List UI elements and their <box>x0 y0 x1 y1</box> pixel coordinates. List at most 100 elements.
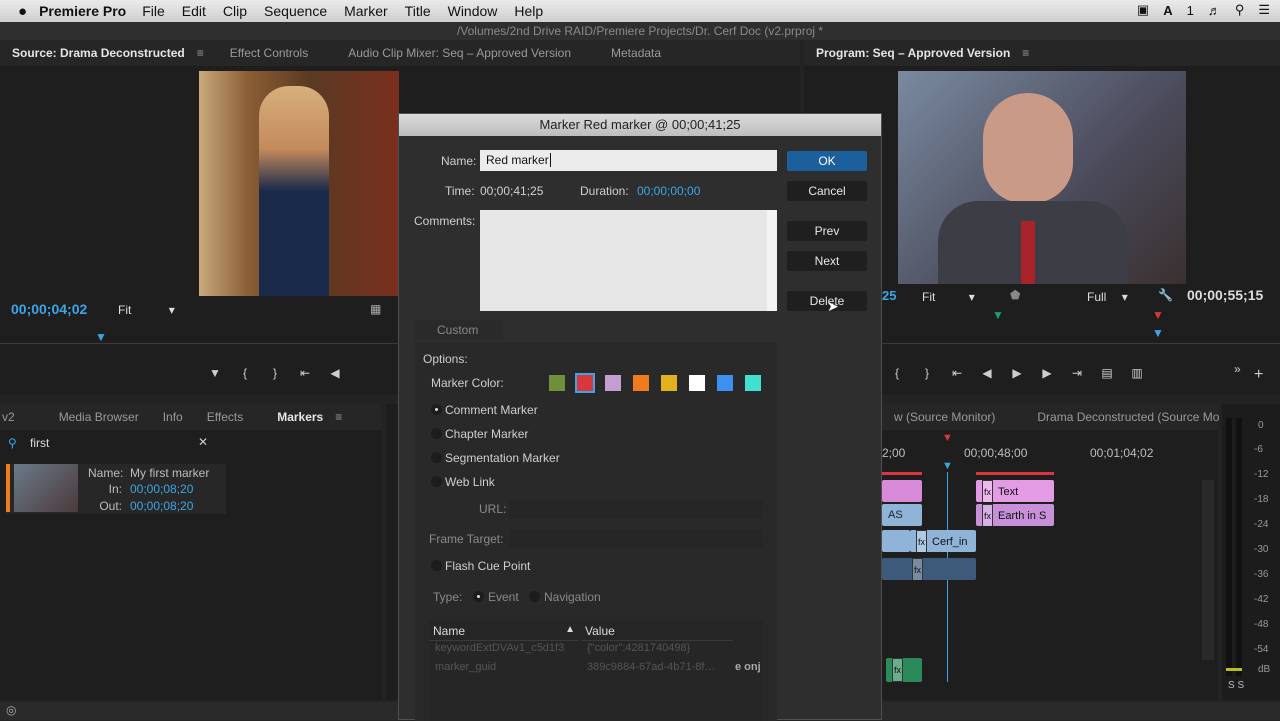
comments-textarea[interactable] <box>480 210 777 311</box>
clear-search-icon[interactable]: ✕ <box>198 435 208 449</box>
chapter-marker-radio[interactable] <box>431 428 442 439</box>
marker-name[interactable]: My first marker <box>130 466 209 480</box>
go-to-out-icon[interactable]: ⇥ <box>1062 366 1092 380</box>
marker-search-input[interactable]: first <box>30 436 49 450</box>
source-timecode[interactable]: 00;00;04;02 <box>11 301 87 317</box>
ok-button[interactable]: OK <box>787 151 867 171</box>
play-icon[interactable]: ▶ <box>1002 366 1032 380</box>
adobe-icon[interactable]: A <box>1163 3 1172 18</box>
tab-source-monitor[interactable]: w (Source Monitor) <box>882 410 1007 424</box>
web-link-label[interactable]: Web Link <box>445 475 495 489</box>
marker-list-item[interactable]: Name: My first marker In: 00;00;08;20 Ou… <box>6 464 226 514</box>
mark-in-icon[interactable]: { <box>882 366 912 380</box>
menu-clip[interactable]: Clip <box>223 3 247 19</box>
apple-icon[interactable]: ● <box>18 3 27 20</box>
zoom-handle-icon[interactable]: ⬟ <box>1010 288 1020 302</box>
marker-color-swatch-lavender[interactable] <box>605 375 621 391</box>
tab-audio-clip-mixer[interactable]: Audio Clip Mixer: Seq – Approved Version <box>336 46 583 60</box>
program-fit-select[interactable]: Fit ▾ <box>922 290 975 304</box>
chapter-marker-label[interactable]: Chapter Marker <box>445 427 528 441</box>
tab-info[interactable]: Info <box>151 410 195 424</box>
resolution-select[interactable]: Full ▾ <box>1087 290 1128 304</box>
cancel-button[interactable]: Cancel <box>787 181 867 201</box>
menu-edit[interactable]: Edit <box>182 3 206 19</box>
comment-marker-label[interactable]: Comment Marker <box>445 403 538 417</box>
more-buttons-icon[interactable]: » <box>1234 362 1241 376</box>
duration-value[interactable]: 00;00;00;00 <box>637 184 700 198</box>
tab-media-browser[interactable]: Media Browser <box>47 410 151 424</box>
flash-cue-point-label[interactable]: Flash Cue Point <box>445 559 530 573</box>
source-fit-select[interactable]: Fit ▾ <box>118 303 175 317</box>
markers-menu-icon[interactable]: ≡ <box>335 410 342 424</box>
search-icon[interactable]: ⚲ <box>1235 2 1245 18</box>
tab-project[interactable]: v2 <box>0 410 27 424</box>
list-icon[interactable]: ☰ <box>1258 2 1270 18</box>
event-label[interactable]: Event <box>488 590 519 604</box>
timeline-clip[interactable] <box>882 480 922 502</box>
lift-icon[interactable]: ▤ <box>1092 366 1122 380</box>
menu-file[interactable]: File <box>142 3 165 19</box>
navigation-radio[interactable] <box>529 591 540 602</box>
menu-marker[interactable]: Marker <box>344 3 388 19</box>
creative-cloud-icon[interactable]: ◎ <box>6 703 16 717</box>
go-to-in-icon[interactable]: ⇤ <box>942 366 972 380</box>
solo-buttons[interactable]: S S <box>1228 680 1244 691</box>
name-column-header[interactable]: Name ▲ <box>429 621 579 641</box>
program-menu-icon[interactable]: ≡ <box>1022 46 1029 60</box>
comment-marker-radio[interactable] <box>431 404 442 415</box>
custom-tab[interactable]: Custom <box>415 320 503 340</box>
marker-in[interactable]: 00;00;08;20 <box>130 482 193 496</box>
prev-button[interactable]: Prev <box>787 221 867 241</box>
next-button[interactable]: Next <box>787 251 867 271</box>
red-marker-icon[interactable]: ▼ <box>1152 308 1164 322</box>
web-link-radio[interactable] <box>431 476 442 487</box>
marker-color-swatch-blue[interactable] <box>717 375 733 391</box>
navigation-label[interactable]: Navigation <box>544 590 601 604</box>
text-clip[interactable]: fx Text <box>976 480 1054 502</box>
as-clip[interactable]: AS <box>882 504 922 526</box>
volume-icon[interactable]: ♬ <box>1208 3 1221 18</box>
marker-name-input[interactable]: Red marker <box>480 150 777 171</box>
camera-icon[interactable]: ▣ <box>1137 2 1149 18</box>
url-input[interactable] <box>509 500 763 518</box>
marker-color-swatch-orange[interactable] <box>633 375 649 391</box>
app-name[interactable]: Premiere Pro <box>39 3 126 19</box>
tab-program[interactable]: Program: Seq – Approved Version <box>804 46 1022 60</box>
value-column-header[interactable]: Value <box>581 621 733 641</box>
wrench-icon[interactable]: 🔧 <box>1158 288 1173 302</box>
source-menu-icon[interactable]: ≡ <box>197 46 204 60</box>
mark-in-icon[interactable]: { <box>230 366 260 380</box>
mark-out-icon[interactable]: } <box>260 366 290 380</box>
tab-drama-deconstructed[interactable]: Drama Deconstructed (Source Mo <box>1025 410 1231 424</box>
step-forward-icon[interactable]: ▶ <box>1032 366 1062 380</box>
add-button-icon[interactable]: + <box>1254 366 1263 384</box>
marker-color-swatch-green[interactable] <box>549 375 565 391</box>
menu-sequence[interactable]: Sequence <box>264 3 327 19</box>
extract-icon[interactable]: ▥ <box>1122 366 1152 380</box>
mark-out-icon[interactable]: } <box>912 366 942 380</box>
marker-color-swatch-yellow[interactable] <box>661 375 677 391</box>
green-marker-icon[interactable]: ▼ <box>992 308 1004 322</box>
step-back-icon[interactable]: ◀ <box>972 366 1002 380</box>
timeline-clip[interactable] <box>882 530 910 552</box>
menu-title[interactable]: Title <box>405 3 431 19</box>
flash-cue-point-radio[interactable] <box>431 560 442 571</box>
timeline-playhead[interactable]: ▼ <box>942 460 953 472</box>
tab-metadata[interactable]: Metadata <box>599 46 673 60</box>
marker-color-swatch-cyan[interactable] <box>745 375 761 391</box>
marker-color-swatch-white[interactable] <box>689 375 705 391</box>
frame-target-input[interactable] <box>509 530 763 548</box>
menu-window[interactable]: Window <box>448 3 498 19</box>
marker-out[interactable]: 00;00;08;20 <box>130 499 193 513</box>
timeline-scrollbar[interactable] <box>1202 480 1214 660</box>
add-marker-icon[interactable]: ▼ <box>200 366 230 380</box>
export-frame-icon[interactable]: ▦ <box>370 302 381 316</box>
tab-markers[interactable]: Markers <box>265 410 335 424</box>
earth-clip[interactable]: fx Earth in S <box>976 504 1054 526</box>
tab-effects[interactable]: Effects <box>195 410 255 424</box>
menu-help[interactable]: Help <box>514 3 543 19</box>
step-back-icon[interactable]: ◀ <box>320 366 350 380</box>
source-playhead[interactable]: ▼ <box>95 330 107 344</box>
tab-source[interactable]: Source: Drama Deconstructed <box>0 46 197 60</box>
go-to-in-icon[interactable]: ⇤ <box>290 366 320 380</box>
